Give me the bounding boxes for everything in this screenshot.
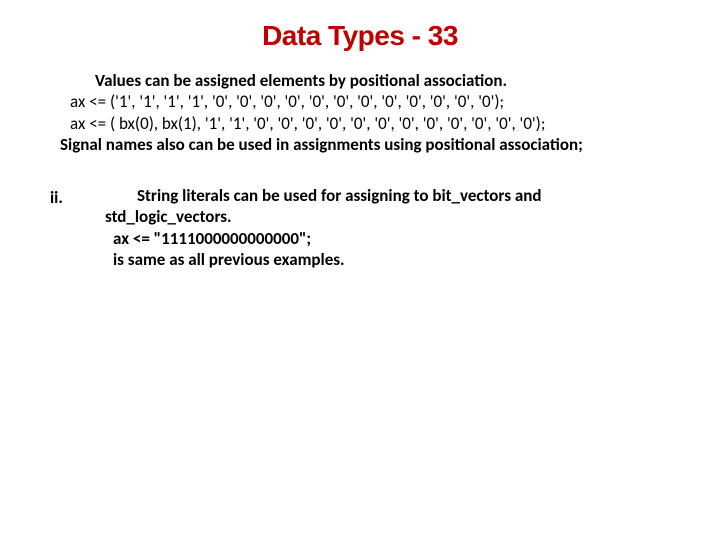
- block2-body: String literals can be used for assignin…: [105, 185, 670, 270]
- string-literal-lead: String literals can be used for assignin…: [105, 185, 670, 228]
- signal-note: Signal names also can be used in assignm…: [60, 134, 670, 155]
- slide-title: Data Types - 33: [50, 20, 670, 52]
- slide: Data Types - 33 Values can be assigned e…: [0, 0, 720, 540]
- content-block-1: Values can be assigned elements by posit…: [95, 70, 670, 155]
- list-marker-ii: ii.: [50, 185, 105, 270]
- code-line-2: ax <= ( bx(0), bx(1), '1', '1', '0', '0'…: [70, 113, 670, 134]
- intro-line: Values can be assigned elements by posit…: [95, 70, 670, 91]
- content-block-2: ii. String literals can be used for assi…: [50, 185, 670, 270]
- code-line-3: ax <= "1111000000000000";: [113, 228, 670, 249]
- code-line-1: ax <= ('1', '1', '1', '1', '0', '0', '0'…: [70, 91, 670, 112]
- same-note: is same as all previous examples.: [113, 249, 670, 270]
